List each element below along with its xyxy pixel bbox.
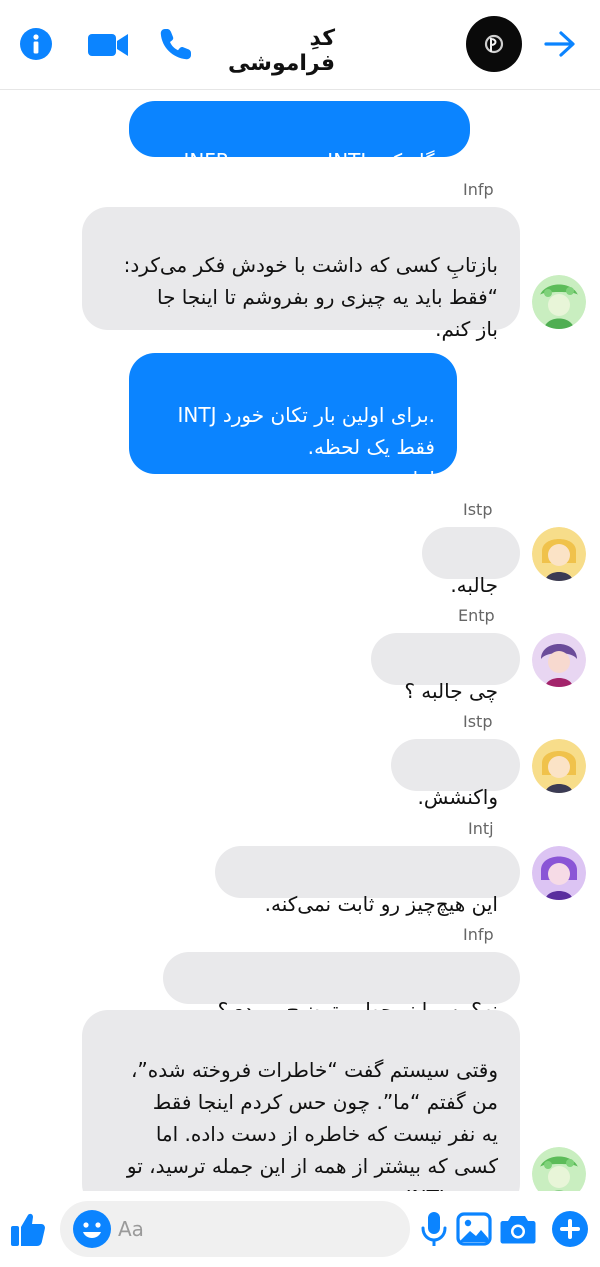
avatar-infp[interactable] xyxy=(532,275,586,329)
message-text: بازتابِ کسی که داشت با خودش فکر می‌کرد: … xyxy=(123,253,498,341)
group-logo-icon xyxy=(484,34,504,54)
video-call-button[interactable] xyxy=(86,22,130,66)
sender-name: Istp xyxy=(463,712,493,731)
message-text: .برای اولین بار تکان خورد INTJ فقط یک لح… xyxy=(177,403,435,491)
voice-message-button[interactable] xyxy=(412,1207,456,1251)
like-button[interactable] xyxy=(6,1207,50,1251)
add-button[interactable] xyxy=(548,1207,592,1251)
emoji-icon[interactable] xyxy=(72,1209,112,1249)
sender-name: Istp xyxy=(463,500,493,519)
image-icon xyxy=(456,1212,492,1246)
message-text: چی جالبه ؟ xyxy=(404,679,498,703)
message-text: وقتی سیستم گفت “خاطرات فروخته شده”، من گ… xyxy=(126,1058,498,1191)
forward-button[interactable] xyxy=(538,22,582,66)
camera-button[interactable] xyxy=(496,1207,540,1251)
conversation-header: کدِ فراموشی xyxy=(0,0,600,90)
video-camera-icon xyxy=(88,34,128,56)
message-bubble-incoming[interactable]: واکنشش. xyxy=(391,739,520,809)
sender-name: Entp xyxy=(458,606,495,625)
message-bubble-outgoing[interactable]: .برای اولین بار تکان خورد INTJ فقط یک لح… xyxy=(129,353,457,491)
message-bubble-outgoing[interactable]: .نگاه کرد INTJ مستقیم به INFP xyxy=(129,101,470,173)
message-input-field[interactable] xyxy=(60,1201,410,1257)
message-bubble-incoming[interactable]: بازتابِ کسی که داشت با خودش فکر می‌کرد: … xyxy=(82,207,520,341)
message-text: این هیچ‌چیز رو ثابت نمی‌کنه. xyxy=(264,892,498,916)
info-icon xyxy=(20,28,52,60)
arrow-right-icon xyxy=(544,31,575,57)
sender-name: Intj xyxy=(468,819,494,838)
plus-icon xyxy=(552,1211,588,1247)
avatar-infp[interactable] xyxy=(532,1147,586,1191)
message-input[interactable] xyxy=(118,1211,398,1247)
conversation-title[interactable]: کدِ فراموشی xyxy=(205,26,335,76)
camera-icon xyxy=(500,1216,536,1244)
avatar-entp[interactable] xyxy=(532,633,586,687)
group-avatar[interactable] xyxy=(466,16,522,72)
phone-icon xyxy=(160,29,191,60)
avatar-intj[interactable] xyxy=(532,846,586,900)
avatar-istp[interactable] xyxy=(532,739,586,793)
message-bubble-incoming[interactable]: جالبه. xyxy=(422,527,520,597)
message-bubble-incoming[interactable]: این هیچ‌چیز رو ثابت نمی‌کنه. xyxy=(215,846,520,916)
avatar-istp[interactable] xyxy=(532,527,586,581)
gallery-button[interactable] xyxy=(452,1207,496,1251)
thumbs-up-icon xyxy=(11,1213,45,1246)
message-bubble-incoming[interactable]: نه؟ پس اینو چطور توضیح می‌دی؟ xyxy=(163,952,520,1022)
message-text: .نگاه کرد INTJ مستقیم به INFP xyxy=(183,149,448,173)
message-bubble-incoming[interactable]: وقتی سیستم گفت “خاطرات فروخته شده”، من گ… xyxy=(82,1010,520,1191)
message-thread[interactable]: .نگاه کرد INTJ مستقیم به INFP Infp بازتا… xyxy=(0,91,600,1191)
message-composer xyxy=(0,1191,600,1267)
message-bubble-incoming[interactable]: چی جالبه ؟ xyxy=(371,633,520,703)
microphone-icon xyxy=(421,1212,447,1246)
voice-call-button[interactable] xyxy=(154,22,198,66)
info-button[interactable] xyxy=(14,22,58,66)
sender-name: Infp xyxy=(463,180,494,199)
message-text: جالبه. xyxy=(450,573,498,597)
sender-name: Infp xyxy=(463,925,494,944)
message-text: واکنشش. xyxy=(417,785,498,809)
